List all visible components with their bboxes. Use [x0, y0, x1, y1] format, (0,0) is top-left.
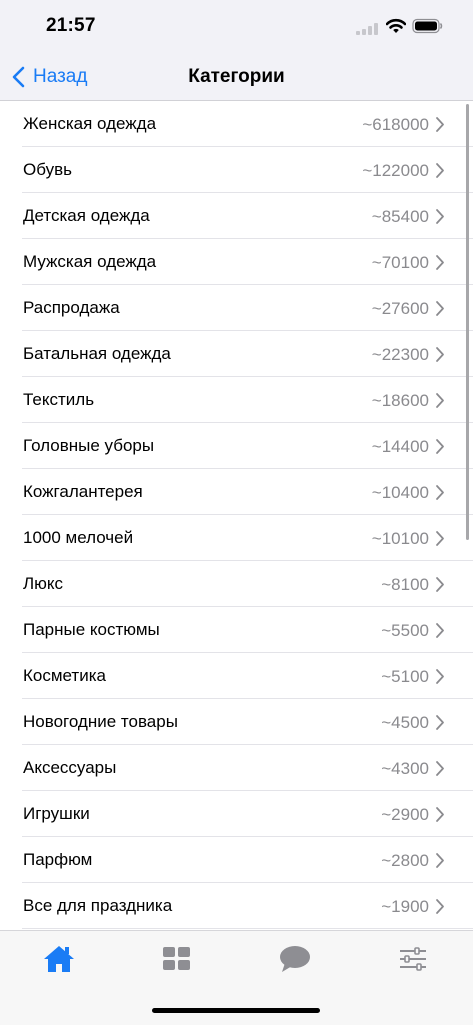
chevron-right-icon: [436, 899, 444, 914]
category-count: ~2900: [381, 805, 429, 824]
category-label: Все для праздника: [23, 896, 173, 915]
category-row[interactable]: Женская одежда ~618000: [0, 101, 473, 147]
scroll-indicator[interactable]: [466, 104, 469, 540]
category-count: ~14400: [371, 437, 429, 456]
chevron-right-icon: [436, 347, 444, 362]
home-icon: [44, 946, 74, 972]
category-count: ~618000: [362, 115, 429, 134]
chevron-right-icon: [436, 807, 444, 822]
category-label: Распродажа: [23, 298, 120, 317]
category-row[interactable]: Распродажа ~27600: [0, 285, 473, 331]
category-row[interactable]: Головные уборы ~14400: [0, 423, 473, 469]
category-label: Косметика: [23, 666, 106, 685]
category-row[interactable]: Игрушки ~2900: [0, 791, 473, 837]
chat-icon: [280, 946, 310, 972]
tab-chat[interactable]: [265, 941, 325, 977]
category-label: Обувь: [23, 160, 72, 179]
cellular-signal-icon: [356, 23, 378, 35]
category-row[interactable]: Батальная одежда ~22300: [0, 331, 473, 377]
category-count: ~85400: [371, 207, 429, 226]
tab-catalog[interactable]: [147, 941, 207, 977]
battery-icon: [412, 18, 443, 34]
chevron-right-icon: [436, 301, 444, 316]
category-row[interactable]: Парфюм ~2800: [0, 837, 473, 883]
category-row[interactable]: Обувь ~122000: [0, 147, 473, 193]
chevron-right-icon: [436, 531, 444, 546]
chevron-right-icon: [436, 209, 444, 224]
chevron-right-icon: [436, 715, 444, 730]
category-row[interactable]: Люкс ~8100: [0, 561, 473, 607]
category-label: Парфюм: [23, 850, 93, 869]
chevron-right-icon: [436, 485, 444, 500]
category-list[interactable]: Женская одежда ~618000 Обувь ~122000 Детская…: [0, 101, 473, 930]
wifi-icon: [386, 18, 406, 33]
category-count: ~2800: [381, 851, 429, 870]
status-time: 21:57: [46, 15, 96, 36]
chevron-right-icon: [436, 163, 444, 178]
row-separator: [22, 928, 473, 929]
category-row[interactable]: Текстиль ~18600: [0, 377, 473, 423]
category-row[interactable]: Детская одежда ~85400: [0, 193, 473, 239]
category-row[interactable]: Аксессуары ~4300: [0, 745, 473, 791]
category-count: ~10100: [371, 529, 429, 548]
category-label: Аксессуары: [23, 758, 117, 777]
navigation-bar: Назад Категории: [0, 54, 473, 100]
category-row[interactable]: Мужская одежда ~70100: [0, 239, 473, 285]
chevron-right-icon: [436, 439, 444, 454]
category-count: ~22300: [371, 345, 429, 364]
chevron-right-icon: [436, 761, 444, 776]
category-label: Парные костюмы: [23, 620, 160, 639]
chevron-right-icon: [436, 117, 444, 132]
category-count: ~8100: [381, 575, 429, 594]
category-count: ~18600: [371, 391, 429, 410]
category-count: ~122000: [362, 161, 429, 180]
chevron-right-icon: [436, 255, 444, 270]
category-label: Детская одежда: [23, 206, 150, 225]
category-count: ~70100: [371, 253, 429, 272]
category-count: ~4500: [381, 713, 429, 732]
sliders-icon: [400, 947, 426, 971]
category-count: ~5500: [381, 621, 429, 640]
category-row[interactable]: Все для праздника ~1900: [0, 883, 473, 929]
category-label: Женская одежда: [23, 114, 157, 133]
category-row[interactable]: Косметика ~5100: [0, 653, 473, 699]
category-count: ~4300: [381, 759, 429, 778]
category-label: Головные уборы: [23, 436, 155, 455]
category-label: Новогодние товары: [23, 712, 178, 731]
category-label: Игрушки: [23, 804, 90, 823]
category-label: 1000 мелочей: [23, 528, 134, 547]
category-label: Кожгалантерея: [23, 482, 143, 501]
chevron-right-icon: [436, 393, 444, 408]
chevron-right-icon: [436, 623, 444, 638]
page-title: Категории: [188, 66, 285, 87]
category-count: ~5100: [381, 667, 429, 686]
category-label: Люкс: [23, 574, 64, 593]
category-label: Батальная одежда: [23, 344, 171, 363]
home-indicator: [152, 1008, 320, 1013]
category-row[interactable]: Новогодние товары ~4500: [0, 699, 473, 745]
chevron-right-icon: [436, 577, 444, 592]
status-bar: 21:57: [0, 0, 473, 54]
category-count: ~27600: [371, 299, 429, 318]
tab-home[interactable]: [29, 941, 89, 977]
category-label: Мужская одежда: [23, 252, 157, 271]
category-count: ~10400: [371, 483, 429, 502]
grid-icon: [163, 947, 190, 970]
category-row[interactable]: 1000 мелочей ~10100: [0, 515, 473, 561]
category-row[interactable]: Парные костюмы ~5500: [0, 607, 473, 653]
tab-settings[interactable]: [383, 941, 443, 977]
chevron-right-icon: [436, 853, 444, 868]
chevron-right-icon: [436, 669, 444, 684]
category-label: Текстиль: [23, 390, 95, 409]
category-row[interactable]: Кожгалантерея ~10400: [0, 469, 473, 515]
category-count: ~1900: [381, 897, 429, 916]
